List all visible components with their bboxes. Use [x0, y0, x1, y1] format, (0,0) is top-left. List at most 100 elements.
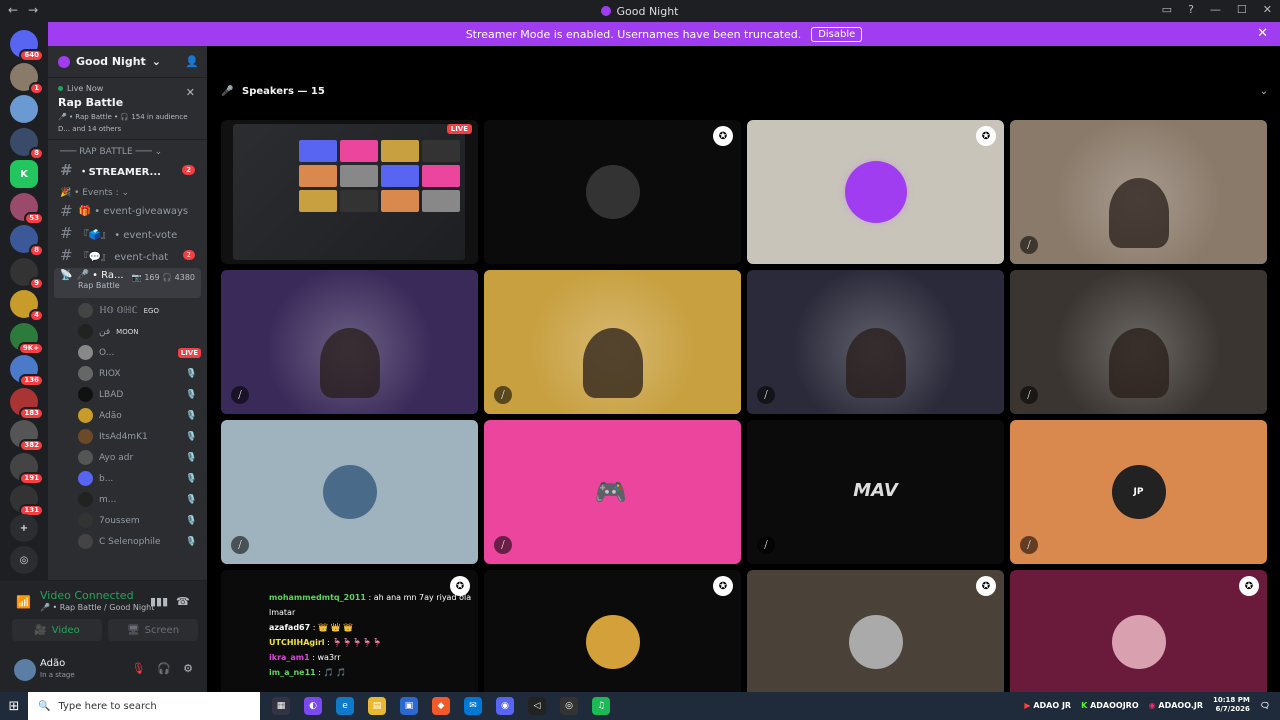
live-card-close-icon[interactable]: ✕: [186, 86, 195, 99]
disable-button[interactable]: Disable: [811, 26, 863, 42]
add-member-icon[interactable]: 👤: [185, 55, 199, 68]
voice-user[interactable]: Ayo adr 🎙️: [48, 447, 207, 468]
screen-button[interactable]: 🖥 Screen: [108, 619, 198, 641]
speaker-tile[interactable]: JP ⧸: [1010, 420, 1267, 564]
mav-logo: MAV: [853, 480, 898, 501]
obs-icon[interactable]: ◎: [560, 697, 578, 715]
back-icon[interactable]: ←: [8, 3, 18, 17]
minimize-icon[interactable]: —: [1210, 3, 1221, 16]
channel-item[interactable]: # 🎁 • event-giveaways: [48, 200, 207, 222]
server-icon[interactable]: 9: [10, 257, 44, 290]
speaker-tile[interactable]: ⧸: [1010, 270, 1267, 414]
guild-header[interactable]: Good Night ⌄ 👤: [48, 46, 207, 78]
inbox-icon[interactable]: ▭: [1162, 3, 1172, 16]
speaker-tile[interactable]: ⧸: [747, 270, 1004, 414]
disconnect-icon[interactable]: ☎: [176, 595, 190, 608]
collapse-chevron-icon[interactable]: ⌄: [1260, 86, 1268, 97]
voice-user[interactable]: ℍ𝕆 𝕆ℍℂ EGO: [48, 300, 207, 321]
avatar: [78, 303, 93, 318]
category-rap-battle[interactable]: ─── RAP BATTLE ─── ⌄: [48, 140, 207, 159]
brave-icon[interactable]: ◆: [432, 697, 450, 715]
voice-user[interactable]: m... 🎙️: [48, 489, 207, 510]
voice-user[interactable]: ItsAd4mK1 🎙️: [48, 426, 207, 447]
windows-start-icon[interactable]: ⊞: [0, 692, 28, 720]
server-icon[interactable]: 136: [10, 355, 44, 387]
server-icon[interactable]: K: [10, 160, 38, 188]
notifications-icon[interactable]: 🗨: [1260, 701, 1270, 710]
mention-badge: 2: [182, 250, 195, 260]
mail-icon[interactable]: ✉: [464, 697, 482, 715]
capcut-icon[interactable]: ◁: [528, 697, 546, 715]
speaker-tile[interactable]: 🎮 ⧸: [484, 420, 741, 564]
speaker-tile[interactable]: MAV ⧸: [747, 420, 1004, 564]
server-icon[interactable]: 382: [10, 420, 44, 452]
instagram-handle: ◉ ADAOO.JR: [1148, 700, 1204, 710]
spotify-icon[interactable]: ♫: [592, 697, 610, 715]
server-icon[interactable]: 191: [10, 452, 44, 485]
maximize-icon[interactable]: ☐: [1237, 3, 1247, 16]
video-button[interactable]: 🎥 Video: [12, 619, 102, 641]
server-icon[interactable]: 131: [10, 485, 44, 517]
speaker-tile[interactable]: ⧸: [221, 270, 478, 414]
copilot-icon[interactable]: ◐: [304, 697, 322, 715]
voice-status: Video Connected: [40, 589, 134, 602]
voice-user[interactable]: O... LIVE: [48, 342, 207, 363]
category-events[interactable]: 🎉 • Events : ⌄: [48, 181, 207, 200]
file-explorer-icon[interactable]: ▤: [368, 697, 386, 715]
voice-user[interactable]: فن MOON: [48, 321, 207, 342]
task-view-icon[interactable]: ▦: [272, 697, 290, 715]
server-icon[interactable]: 1: [10, 62, 44, 95]
edge-icon[interactable]: e: [336, 697, 354, 715]
server-icon[interactable]: 640: [10, 30, 44, 62]
taskbar-search[interactable]: 🔍 Type here to search: [28, 692, 260, 720]
speaker-tile[interactable]: ⧸: [221, 420, 478, 564]
server-icon[interactable]: 8: [10, 225, 44, 257]
chat-line: azafad67 : 👑 👑 👑: [269, 620, 478, 635]
server-icon[interactable]: 9K+: [10, 322, 44, 355]
search-icon: 🔍: [38, 700, 51, 712]
discord-icon[interactable]: ◉: [496, 697, 514, 715]
voice-user[interactable]: C Selenophile 🎙️: [48, 531, 207, 552]
explore-icon[interactable]: ◎: [10, 546, 38, 574]
screen-thumb: [381, 140, 419, 162]
server-icon[interactable]: 8: [10, 127, 44, 160]
moderator-icon: ✪: [976, 126, 996, 146]
server-label: K: [20, 168, 28, 180]
stage-channel-rap-battle[interactable]: 📡 🎤 • Ra... Rap Battle 📷 169 🎧 4380: [54, 268, 201, 298]
screen-thumb: [340, 190, 378, 212]
voice-user[interactable]: b... 🎙️: [48, 468, 207, 489]
voice-user[interactable]: 7oussem 🎙️: [48, 510, 207, 531]
clock[interactable]: 10:18 PM 6/7/2026: [1213, 696, 1250, 714]
forward-icon[interactable]: →: [28, 3, 38, 17]
voice-user[interactable]: Adão 🎙️: [48, 405, 207, 426]
speaker-tile[interactable]: LIVE: [221, 120, 478, 264]
username: Adão: [40, 658, 66, 669]
live-badge: LIVE: [177, 347, 201, 358]
banner-close-icon[interactable]: ✕: [1257, 26, 1268, 41]
voice-user[interactable]: LBAD 🎙️: [48, 384, 207, 405]
add-server-icon[interactable]: +: [10, 514, 38, 542]
voice-user[interactable]: RIOX 🎙️: [48, 363, 207, 384]
muted-mic-icon: ⧸: [757, 386, 775, 404]
avatar[interactable]: [14, 659, 36, 681]
server-icon[interactable]: 4: [10, 290, 44, 322]
live-now-card[interactable]: Live Now Rap Battle 🎤 • Rap Battle • 🎧 1…: [48, 78, 207, 140]
server-icon[interactable]: 53: [10, 192, 44, 225]
mute-icon[interactable]: 🎙: [131, 662, 145, 675]
gear-icon[interactable]: ⚙: [183, 662, 193, 675]
speaker-tile[interactable]: ✪: [484, 120, 741, 264]
server-icon[interactable]: 183: [10, 387, 44, 420]
speaker-tile[interactable]: ⧸: [1010, 120, 1267, 264]
noise-suppression-icon[interactable]: ▮▮▮: [150, 595, 168, 608]
server-icon[interactable]: [10, 95, 38, 123]
close-icon[interactable]: ✕: [1263, 3, 1272, 16]
server-badge: 136: [19, 374, 44, 387]
store-icon[interactable]: ▣: [400, 697, 418, 715]
headphones-icon[interactable]: 🎧: [157, 662, 171, 675]
channel-item[interactable]: # 『🗳️』 • event-vote: [48, 222, 207, 244]
help-icon[interactable]: ?: [1188, 3, 1194, 16]
channel-item[interactable]: # 『💬』 event-chat 2: [48, 244, 207, 266]
speaker-tile[interactable]: ⧸: [484, 270, 741, 414]
speaker-tile[interactable]: ✪: [747, 120, 1004, 264]
channel-item[interactable]: # ・STREAMER... 2: [48, 159, 207, 181]
